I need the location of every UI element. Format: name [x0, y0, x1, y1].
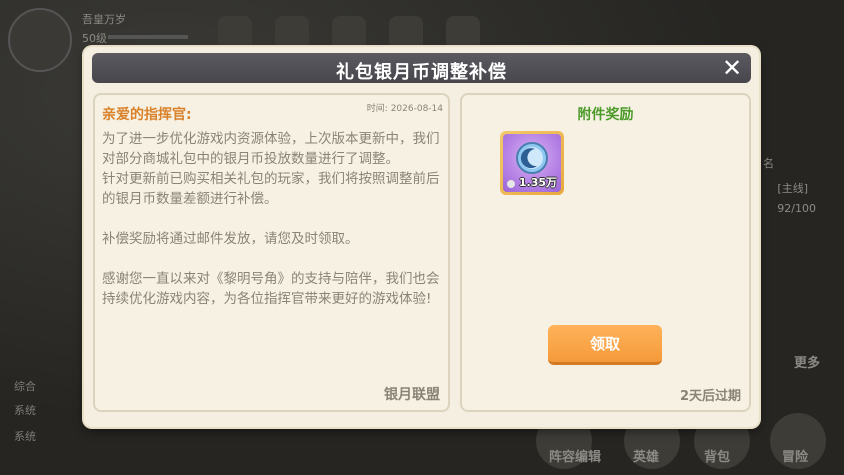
bottom-label: 背包 — [704, 450, 731, 465]
item-rarity-tag — [507, 180, 515, 188]
mail-timestamp: 时间: 2026-08-14 — [366, 104, 443, 114]
mail-body: 为了进一步优化游戏内资源体验，上次版本更新中，我们对部分商城礼包中的银月币投放数… — [102, 131, 440, 307]
chat-line: 系统 — [14, 430, 36, 443]
bottom-label: 阵容编辑 — [549, 450, 602, 465]
side-tag: [主线] — [777, 182, 808, 195]
mail-greeting: 亲爱的指挥官: — [102, 107, 192, 123]
top-menu-icon — [332, 16, 366, 50]
side-tag: 名 — [763, 157, 774, 170]
attachment-title: 附件奖励 — [577, 107, 634, 123]
attachment-panel: 附件奖励 1.35万 领取 2天后过期 — [460, 93, 751, 412]
top-menu-icon — [446, 16, 480, 50]
player-avatar — [8, 8, 72, 72]
level-progress-bar — [108, 35, 188, 39]
silver-moon-coin-icon — [516, 142, 548, 174]
top-menu-icon — [218, 16, 252, 50]
more-label: 更多 — [793, 356, 820, 371]
bottom-label: 冒险 — [782, 450, 809, 465]
chat-line: 综合 — [14, 380, 36, 393]
bottom-label: 英雄 — [633, 450, 660, 465]
close-icon[interactable]: ✕ — [721, 56, 743, 80]
dialog-title-bar: 礼包银月币调整补偿 ✕ — [92, 53, 751, 83]
mail-sender: 银月联盟 — [384, 387, 440, 403]
reward-item-background: 1.35万 — [503, 134, 561, 192]
dialog-title: 礼包银月币调整补偿 — [336, 62, 507, 83]
claim-button[interactable]: 领取 — [548, 325, 662, 365]
mail-expiry: 2天后过期 — [679, 389, 741, 404]
top-menu-icon — [275, 16, 309, 50]
reward-item-quantity: 1.35万 — [518, 176, 557, 189]
reward-item-slot[interactable]: 1.35万 — [500, 131, 564, 195]
player-name: 吾皇万岁 — [82, 13, 126, 26]
chat-line: 系统 — [14, 404, 36, 417]
player-level: 50级 — [82, 32, 107, 45]
side-tag: 92/100 — [777, 202, 816, 215]
mail-dialog: 礼包银月币调整补偿 ✕ 亲爱的指挥官: 时间: 2026-08-14 为了进一步… — [84, 47, 759, 427]
top-menu-icon — [389, 16, 423, 50]
mail-content-panel: 亲爱的指挥官: 时间: 2026-08-14 为了进一步优化游戏内资源体验，上次… — [93, 93, 450, 412]
